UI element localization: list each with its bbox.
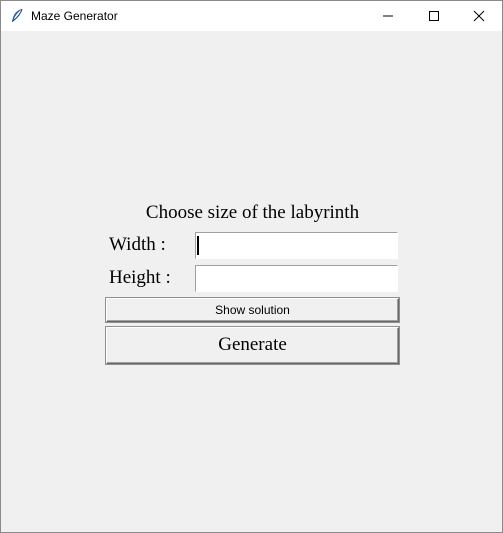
text-caret	[197, 236, 199, 255]
size-heading: Choose size of the labyrinth	[145, 202, 360, 223]
width-label: Width :	[109, 234, 166, 255]
close-icon	[473, 10, 485, 22]
height-input[interactable]	[195, 265, 398, 292]
generate-button[interactable]: Generate	[106, 327, 399, 364]
window-title: Maze Generator	[31, 9, 118, 23]
maximize-button[interactable]	[411, 1, 457, 31]
show-solution-button[interactable]: Show solution	[106, 298, 399, 322]
app-window: Maze Generator Choose size of the labyri…	[0, 0, 503, 533]
width-input[interactable]	[195, 232, 398, 259]
minimize-icon	[383, 15, 393, 17]
close-button[interactable]	[456, 1, 502, 31]
maximize-icon	[429, 11, 439, 21]
minimize-button[interactable]	[365, 1, 411, 31]
feather-icon	[10, 8, 24, 24]
title-bar[interactable]: Maze Generator	[1, 1, 502, 31]
height-label: Height :	[109, 267, 171, 288]
